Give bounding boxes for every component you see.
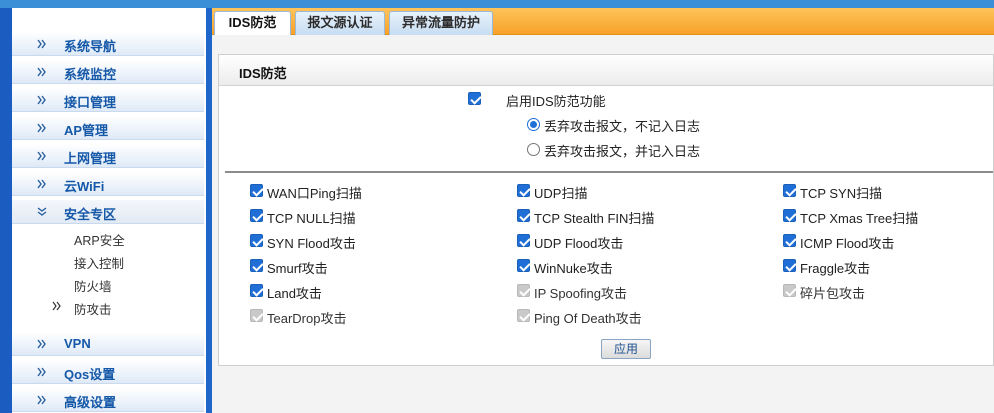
tab-ids[interactable]: IDS防范	[214, 11, 291, 35]
drop-no-log-radio[interactable]	[527, 118, 540, 131]
sidebar-subitem-arp[interactable]: ARP安全	[74, 230, 125, 249]
attack-label: ICMP Flood攻击	[800, 236, 895, 251]
attack-label: UDP Flood攻击	[534, 236, 624, 251]
double-chevron-right-icon	[37, 151, 46, 161]
sidebar-item-label: 上网管理	[64, 151, 117, 166]
attack-checkbox[interactable]	[783, 184, 796, 197]
attack-label: TearDrop攻击	[267, 311, 347, 326]
sidebar-item-label: 系统监控	[64, 67, 117, 82]
attack-checkbox[interactable]	[783, 209, 796, 222]
sidebar-item-system-monitor[interactable]: 系统监控	[12, 60, 204, 84]
attack-label: Smurf攻击	[267, 261, 328, 276]
attack-label: Fraggle攻击	[800, 261, 871, 276]
attack-label: WAN口Ping扫描	[267, 186, 362, 201]
double-chevron-down-icon	[37, 207, 47, 216]
attack-checkbox[interactable]	[250, 284, 263, 297]
attack-checkbox[interactable]	[250, 184, 263, 197]
sidebar-edge	[0, 8, 12, 413]
top-bar	[0, 0, 994, 8]
attack-checkbox	[517, 309, 530, 322]
sidebar-item-label: 高级设置	[64, 395, 117, 410]
attack-label: TCP Stealth FIN扫描	[534, 211, 655, 226]
attack-label: Ping Of Death攻击	[534, 311, 642, 326]
sidebar-subitem-anti-attack[interactable]: 防攻击	[74, 299, 112, 318]
attack-checkbox[interactable]	[517, 259, 530, 272]
sidebar-subitem-access-control[interactable]: 接入控制	[74, 253, 124, 272]
drop-no-log-label: 丢弃攻击报文，不记入日志	[544, 119, 701, 134]
attack-checkbox[interactable]	[517, 184, 530, 197]
double-chevron-right-icon	[37, 179, 46, 189]
apply-button[interactable]: 应用	[601, 339, 651, 359]
attack-label: TCP Xmas Tree扫描	[800, 211, 919, 226]
double-chevron-right-icon	[37, 67, 46, 77]
sidebar-item-label: VPN	[64, 336, 91, 351]
sidebar-item-vpn[interactable]: VPN	[12, 332, 204, 356]
sidebar-item-system-nav[interactable]: 系统导航	[12, 32, 204, 56]
attack-checkbox	[517, 284, 530, 297]
double-chevron-right-icon	[37, 395, 46, 405]
attack-label: 碎片包攻击	[800, 286, 866, 301]
sidebar-item-qos[interactable]: Qos设置	[12, 360, 204, 384]
attack-checkbox[interactable]	[250, 259, 263, 272]
main-area: IDS防范 报文源认证 异常流量防护 IDS防范 启用IDS防范功能 丢弃攻击报…	[212, 8, 994, 413]
attack-checkbox[interactable]	[517, 209, 530, 222]
double-chevron-right-icon	[52, 301, 61, 311]
sidebar-item-label: AP管理	[64, 123, 109, 138]
double-chevron-right-icon	[37, 95, 46, 105]
tab-source-auth[interactable]: 报文源认证	[295, 11, 385, 35]
attack-label: WinNuke攻击	[534, 261, 613, 276]
sidebar-item-label: 系统导航	[64, 39, 117, 54]
double-chevron-right-icon	[37, 39, 46, 49]
attack-label: IP Spoofing攻击	[534, 286, 627, 301]
attack-checkbox[interactable]	[250, 209, 263, 222]
attack-label: Land攻击	[267, 286, 322, 301]
attack-label: UDP扫描	[534, 186, 588, 201]
sidebar-item-security[interactable]: 安全专区	[12, 200, 204, 224]
attack-checkbox[interactable]	[783, 259, 796, 272]
sidebar-item-advanced[interactable]: 高级设置	[12, 388, 204, 412]
attack-checkbox[interactable]	[517, 234, 530, 247]
tab-traffic-protection[interactable]: 异常流量防护	[389, 11, 493, 35]
enable-ids-checkbox[interactable]	[468, 92, 481, 105]
attack-checkbox[interactable]	[250, 234, 263, 247]
double-chevron-right-icon	[37, 339, 46, 349]
enable-ids-label: 启用IDS防范功能	[506, 94, 606, 109]
sidebar-item-label: Qos设置	[64, 367, 116, 382]
attack-checkbox	[250, 309, 263, 322]
tab-bar: IDS防范 报文源认证 异常流量防护	[212, 8, 994, 35]
section-title: IDS防范	[239, 66, 287, 81]
double-chevron-right-icon	[37, 123, 46, 133]
sidebar-subitem-firewall[interactable]: 防火墙	[74, 276, 112, 295]
drop-with-log-radio[interactable]	[527, 143, 540, 156]
double-chevron-right-icon	[37, 367, 46, 377]
divider	[225, 171, 993, 173]
sidebar-item-internet[interactable]: 上网管理	[12, 144, 204, 168]
sidebar-item-label: 安全专区	[64, 207, 117, 222]
attack-label: TCP SYN扫描	[800, 186, 883, 201]
section-header: IDS防范	[219, 55, 993, 86]
sidebar-item-ap[interactable]: AP管理	[12, 116, 204, 140]
ids-panel: IDS防范 启用IDS防范功能 丢弃攻击报文，不记入日志 丢弃攻击报文，并记入日…	[218, 54, 994, 366]
sidebar-item-label: 云WiFi	[64, 179, 105, 194]
sidebar-item-label: 接口管理	[64, 95, 117, 110]
sidebar-item-interface[interactable]: 接口管理	[12, 88, 204, 112]
attack-label: TCP NULL扫描	[267, 211, 356, 226]
drop-with-log-label: 丢弃攻击报文，并记入日志	[544, 144, 701, 159]
attack-checkbox	[783, 284, 796, 297]
attack-checkbox[interactable]	[783, 234, 796, 247]
attack-label: SYN Flood攻击	[267, 236, 356, 251]
sidebar-item-cloud-wifi[interactable]: 云WiFi	[12, 172, 204, 196]
